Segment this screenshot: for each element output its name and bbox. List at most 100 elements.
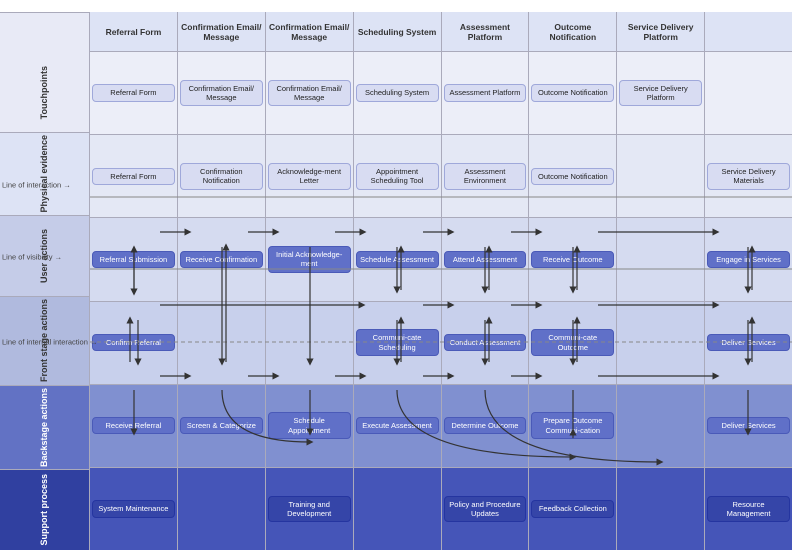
- fs-card-6: Communi-cate Outcome: [531, 329, 614, 356]
- ua-col-6: Receive Outcome: [529, 218, 617, 300]
- sp-col-7: [617, 468, 705, 550]
- header-col-7: Service Delivery Platform: [617, 12, 705, 51]
- line-label-internal: Line of internal interaction →: [2, 338, 97, 347]
- ba-col-7: [617, 385, 705, 467]
- header-row: Referral Form Confirmation Email/ Messag…: [90, 12, 792, 52]
- header-col-8: [705, 12, 792, 51]
- sp-col-2: [178, 468, 266, 550]
- diagram-container: Touchpoints Physical evidence User actio…: [0, 0, 800, 558]
- tp-card-7: Service Delivery Platform: [619, 80, 702, 107]
- pe-col-7: [617, 135, 705, 217]
- sp-col-1: System Maintenance: [90, 468, 178, 550]
- tp-col-6: Outcome Notification: [529, 52, 617, 134]
- pe-col-3: Acknowledge-ment Letter: [266, 135, 354, 217]
- left-labels: Touchpoints Physical evidence User actio…: [0, 12, 90, 550]
- ua-col-8: Engage in Services: [705, 218, 792, 300]
- row-front: Confirm Referral Communi-cate Scheduling…: [90, 302, 792, 385]
- pe-col-2: Confirmation Notification: [178, 135, 266, 217]
- pe-card-6: Outcome Notification: [531, 168, 614, 185]
- sp-col-5: Policy and Procedure Updates: [442, 468, 530, 550]
- pe-card-1: Referral Form: [92, 168, 175, 185]
- fs-col-5: Conduct Assessment: [442, 302, 530, 384]
- header-col-1: Referral Form: [90, 12, 178, 51]
- header-col-4: Scheduling System: [354, 12, 442, 51]
- ba-card-1: Receive Referral: [92, 417, 175, 434]
- ua-card-6: Receive Outcome: [531, 251, 614, 268]
- sp-col-3: Training and Development: [266, 468, 354, 550]
- row-user: Referral Submission Receive Confirmation…: [90, 218, 792, 301]
- tp-col-7: Service Delivery Platform: [617, 52, 705, 134]
- pe-col-6: Outcome Notification: [529, 135, 617, 217]
- sp-card-8: Resource Management: [707, 496, 790, 523]
- ua-card-2: Receive Confirmation: [180, 251, 263, 268]
- fs-card-5: Conduct Assessment: [444, 334, 527, 351]
- sp-col-4: [354, 468, 442, 550]
- ua-col-1: Referral Submission: [90, 218, 178, 300]
- ua-card-4: Schedule Assessment: [356, 251, 439, 268]
- pe-card-8: Service Delivery Materials: [707, 163, 790, 190]
- pe-col-1: Referral Form: [90, 135, 178, 217]
- row-touchpoints: Referral Form Confirmation Email/ Messag…: [90, 52, 792, 135]
- label-support: Support process: [0, 470, 89, 550]
- sp-card-5: Policy and Procedure Updates: [444, 496, 527, 523]
- pe-card-5: Assessment Environment: [444, 163, 527, 190]
- fs-col-7: [617, 302, 705, 384]
- fs-col-3: [266, 302, 354, 384]
- fs-card-8: Deliver Services: [707, 334, 790, 351]
- main-grid: Referral Form Confirmation Email/ Messag…: [90, 12, 792, 550]
- ba-col-8: Deliver Services: [705, 385, 792, 467]
- tp-col-2: Confirmation Email/ Message: [178, 52, 266, 134]
- tp-col-8: [705, 52, 792, 134]
- sp-col-8: Resource Management: [705, 468, 792, 550]
- ba-card-6: Prepare Outcome Communi-cation: [531, 412, 614, 439]
- pe-card-4: Appointment Scheduling Tool: [356, 163, 439, 190]
- ua-col-5: Attend Assessment: [442, 218, 530, 300]
- ua-card-1: Referral Submission: [92, 251, 175, 268]
- row-support: System Maintenance Training and Developm…: [90, 468, 792, 550]
- label-back: Backstage actions: [0, 386, 89, 470]
- ua-card-5: Attend Assessment: [444, 251, 527, 268]
- label-touchpoints: Touchpoints: [0, 52, 89, 133]
- header-col-6: Outcome Notification: [529, 12, 617, 51]
- sp-card-6: Feedback Collection: [531, 500, 614, 517]
- tp-card-3: Confirmation Email/ Message: [268, 80, 351, 107]
- header-spacer: [0, 12, 89, 52]
- ba-col-2: Screen & Categorize: [178, 385, 266, 467]
- header-col-2: Confirmation Email/ Message: [178, 12, 266, 51]
- ua-col-7: [617, 218, 705, 300]
- tp-card-5: Assessment Platform: [444, 84, 527, 101]
- ua-col-2: Receive Confirmation: [178, 218, 266, 300]
- pe-col-8: Service Delivery Materials: [705, 135, 792, 217]
- tp-col-1: Referral Form: [90, 52, 178, 134]
- pe-card-2: Confirmation Notification: [180, 163, 263, 190]
- ba-col-4: Execute Assessment: [354, 385, 442, 467]
- ba-card-5: Determine Outcome: [444, 417, 527, 434]
- tp-col-5: Assessment Platform: [442, 52, 530, 134]
- ba-col-3: Schedule Appointment: [266, 385, 354, 467]
- ba-card-4: Execute Assessment: [356, 417, 439, 434]
- ua-card-8: Engage in Services: [707, 251, 790, 268]
- ba-col-6: Prepare Outcome Communi-cation: [529, 385, 617, 467]
- line-label-visibility: Line of visibility →: [2, 253, 62, 262]
- fs-card-4: Communi-cate Scheduling: [356, 329, 439, 356]
- fs-col-6: Communi-cate Outcome: [529, 302, 617, 384]
- fs-col-8: Deliver Services: [705, 302, 792, 384]
- sp-card-3: Training and Development: [268, 496, 351, 523]
- tp-card-6: Outcome Notification: [531, 84, 614, 101]
- fs-card-1: Confirm Referral: [92, 334, 175, 351]
- pe-card-3: Acknowledge-ment Letter: [268, 163, 351, 190]
- tp-col-4: Scheduling System: [354, 52, 442, 134]
- label-physical: Physical evidence: [0, 133, 89, 216]
- tp-card-4: Scheduling System: [356, 84, 439, 101]
- fs-col-1: Confirm Referral: [90, 302, 178, 384]
- sp-col-6: Feedback Collection: [529, 468, 617, 550]
- ua-col-3: Initial Acknowledge-ment: [266, 218, 354, 300]
- tp-card-2: Confirmation Email/ Message: [180, 80, 263, 107]
- pe-col-4: Appointment Scheduling Tool: [354, 135, 442, 217]
- ba-col-5: Determine Outcome: [442, 385, 530, 467]
- row-physical: Referral Form Confirmation Notification …: [90, 135, 792, 218]
- ba-col-1: Receive Referral: [90, 385, 178, 467]
- pe-col-5: Assessment Environment: [442, 135, 530, 217]
- ua-col-4: Schedule Assessment: [354, 218, 442, 300]
- header-col-3: Confirmation Email/ Message: [266, 12, 354, 51]
